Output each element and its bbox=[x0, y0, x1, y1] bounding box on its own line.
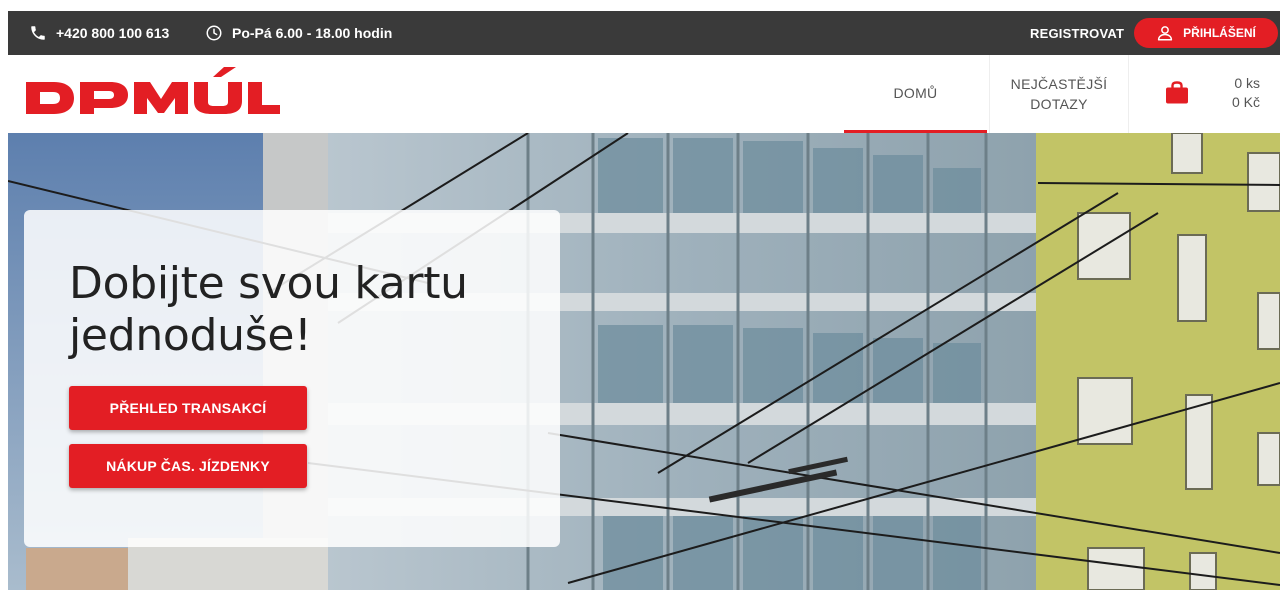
phone-icon bbox=[28, 23, 48, 43]
cart-summary[interactable]: 0 ks 0 Kč bbox=[1130, 55, 1280, 133]
login-label: PŘIHLÁŠENÍ bbox=[1183, 26, 1256, 40]
dpmul-logo[interactable] bbox=[24, 67, 280, 117]
main-header: DOMŮ NEJČASTĚJŠÍ DOTAZY 0 ks 0 Kč bbox=[8, 55, 1280, 133]
user-icon bbox=[1156, 24, 1174, 42]
phone-contact[interactable]: +420 800 100 613 bbox=[28, 11, 169, 55]
cart-totals: 0 ks 0 Kč bbox=[1208, 74, 1260, 112]
shopping-bag-icon bbox=[1164, 80, 1190, 106]
cart-count: 0 ks bbox=[1234, 75, 1260, 91]
nav-faq[interactable]: NEJČASTĚJŠÍ DOTAZY bbox=[989, 55, 1129, 133]
login-button[interactable]: PŘIHLÁŠENÍ bbox=[1134, 18, 1278, 48]
hero-title: Dobijte svou kartu jednoduše! bbox=[69, 258, 468, 361]
nav-home[interactable]: DOMŮ bbox=[844, 55, 987, 133]
phone-number: +420 800 100 613 bbox=[56, 25, 170, 41]
register-link[interactable]: REGISTROVAT bbox=[1030, 11, 1124, 55]
buy-season-ticket-button[interactable]: NÁKUP ČAS. JÍZDENKY bbox=[69, 444, 307, 488]
hero-card: Dobijte svou kartu jednoduše! PŘEHLED TR… bbox=[24, 210, 560, 547]
cart-price: 0 Kč bbox=[1231, 94, 1260, 110]
clock-icon bbox=[204, 23, 224, 43]
hero-banner: Dobijte svou kartu jednoduše! PŘEHLED TR… bbox=[8, 133, 1280, 590]
top-bar: +420 800 100 613 Po-Pá 6.00 - 18.00 hodi… bbox=[8, 11, 1280, 55]
opening-hours: Po-Pá 6.00 - 18.00 hodin bbox=[204, 11, 392, 55]
opening-hours-text: Po-Pá 6.00 - 18.00 hodin bbox=[232, 25, 393, 41]
transaction-overview-button[interactable]: PŘEHLED TRANSAKCÍ bbox=[69, 386, 307, 430]
